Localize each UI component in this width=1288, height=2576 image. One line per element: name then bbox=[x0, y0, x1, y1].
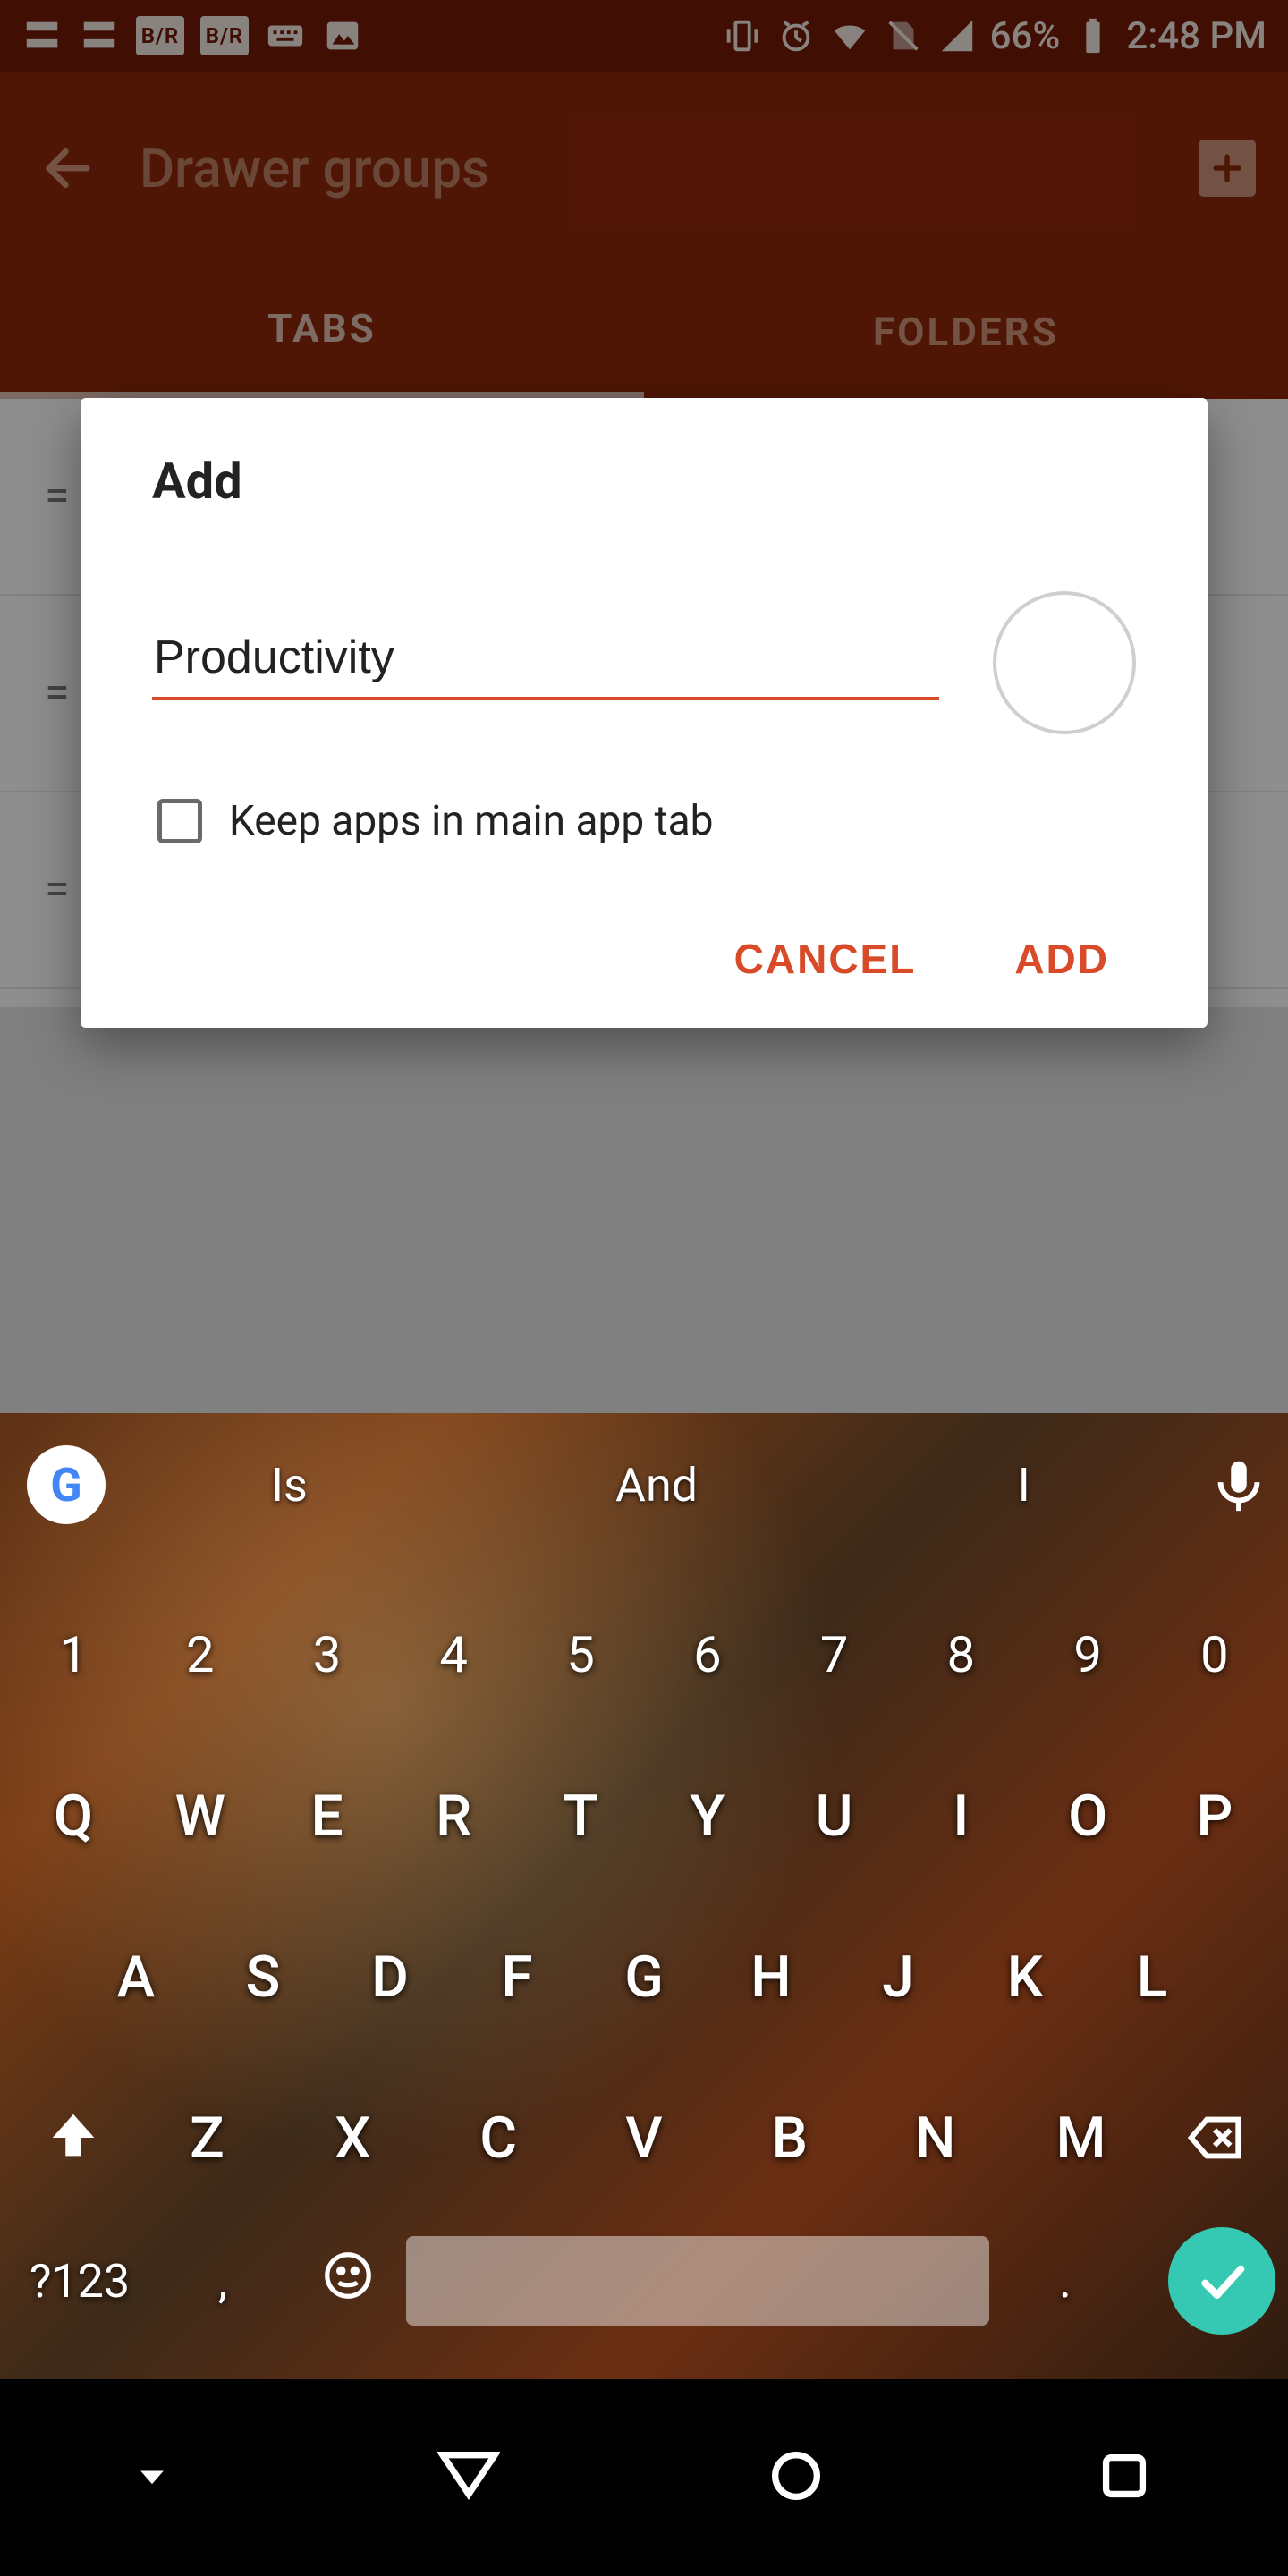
dialog-title: Add bbox=[152, 452, 1136, 511]
key-f[interactable]: F bbox=[456, 1914, 578, 2039]
key-t[interactable]: T bbox=[520, 1753, 641, 1878]
key-y[interactable]: Y bbox=[647, 1753, 768, 1878]
key-0[interactable]: 0 bbox=[1154, 1592, 1275, 1717]
enter-key[interactable] bbox=[1168, 2227, 1275, 2334]
key-5[interactable]: 5 bbox=[520, 1592, 641, 1717]
key-h[interactable]: H bbox=[710, 1914, 832, 2039]
suggestion-3[interactable]: I bbox=[840, 1458, 1208, 1513]
emoji-key[interactable] bbox=[299, 2248, 397, 2315]
key-m[interactable]: M bbox=[1020, 2075, 1141, 2200]
period-key[interactable]: . bbox=[998, 2254, 1132, 2309]
soft-keyboard: G Is And I 1234567890 QWERTYUIOP ASDFGHJ… bbox=[0, 1413, 1288, 2379]
symbols-key[interactable]: ?123 bbox=[13, 2254, 147, 2309]
key-9[interactable]: 9 bbox=[1027, 1592, 1148, 1717]
key-q[interactable]: Q bbox=[13, 1753, 134, 1878]
comma-key[interactable]: , bbox=[156, 2254, 290, 2309]
backspace-key[interactable] bbox=[1154, 2075, 1275, 2200]
key-r[interactable]: R bbox=[393, 1753, 514, 1878]
key-d[interactable]: D bbox=[329, 1914, 451, 2039]
keep-apps-label: Keep apps in main app tab bbox=[229, 797, 714, 845]
key-b[interactable]: B bbox=[729, 2075, 851, 2200]
back-nav-button[interactable] bbox=[437, 2445, 500, 2511]
add-button[interactable]: ADD bbox=[1014, 935, 1109, 983]
key-g[interactable]: G bbox=[583, 1914, 705, 2039]
key-p[interactable]: P bbox=[1154, 1753, 1275, 1878]
suggestion-2[interactable]: And bbox=[473, 1458, 841, 1513]
key-a[interactable]: A bbox=[75, 1914, 197, 2039]
key-z[interactable]: Z bbox=[146, 2075, 267, 2200]
key-x[interactable]: X bbox=[292, 2075, 413, 2200]
key-o[interactable]: O bbox=[1027, 1753, 1148, 1878]
key-n[interactable]: N bbox=[875, 2075, 996, 2200]
key-2[interactable]: 2 bbox=[140, 1592, 261, 1717]
key-w[interactable]: W bbox=[140, 1753, 261, 1878]
key-8[interactable]: 8 bbox=[900, 1592, 1021, 1717]
key-7[interactable]: 7 bbox=[774, 1592, 895, 1717]
key-l[interactable]: L bbox=[1091, 1914, 1213, 2039]
home-nav-button[interactable] bbox=[765, 2445, 827, 2511]
key-k[interactable]: K bbox=[964, 1914, 1086, 2039]
google-search-button[interactable]: G bbox=[27, 1445, 106, 1524]
recents-nav-button[interactable] bbox=[1093, 2445, 1156, 2511]
group-name-input[interactable] bbox=[152, 625, 939, 700]
shift-key[interactable] bbox=[13, 2075, 134, 2200]
cancel-button[interactable]: CANCEL bbox=[734, 935, 917, 983]
key-i[interactable]: I bbox=[900, 1753, 1021, 1878]
color-picker-button[interactable] bbox=[993, 591, 1136, 734]
key-e[interactable]: E bbox=[267, 1753, 388, 1878]
add-dialog: Add Keep apps in main app tab CANCEL ADD bbox=[80, 398, 1208, 1028]
key-u[interactable]: U bbox=[774, 1753, 895, 1878]
suggestion-1[interactable]: Is bbox=[106, 1458, 473, 1513]
ime-switch-button[interactable] bbox=[132, 2456, 172, 2499]
key-6[interactable]: 6 bbox=[647, 1592, 768, 1717]
key-c[interactable]: C bbox=[437, 2075, 559, 2200]
key-3[interactable]: 3 bbox=[267, 1592, 388, 1717]
key-1[interactable]: 1 bbox=[13, 1592, 134, 1717]
key-s[interactable]: S bbox=[202, 1914, 324, 2039]
key-v[interactable]: V bbox=[583, 2075, 705, 2200]
key-4[interactable]: 4 bbox=[393, 1592, 514, 1717]
navigation-bar bbox=[0, 2379, 1288, 2576]
key-j[interactable]: J bbox=[837, 1914, 959, 2039]
space-key[interactable] bbox=[406, 2236, 989, 2326]
voice-input-button[interactable] bbox=[1208, 1453, 1270, 1516]
keep-apps-checkbox[interactable] bbox=[157, 799, 202, 843]
